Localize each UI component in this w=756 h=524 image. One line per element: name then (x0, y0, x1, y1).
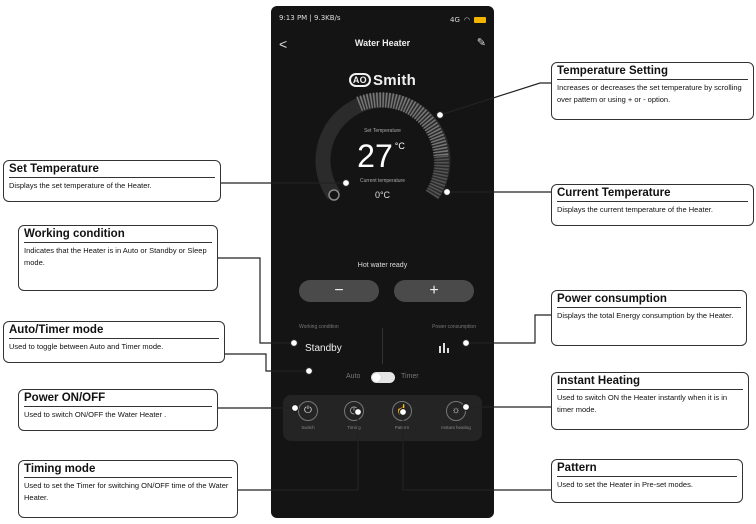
callout-power-onoff: Power ON/OFF Used to switch ON/OFF the W… (18, 389, 218, 431)
callout-current-temperature: Current Temperature Displays the current… (551, 184, 754, 226)
callout-temperature-setting: Temperature Setting Increases or decreas… (551, 62, 754, 120)
callout-pattern: Pattern Used to set the Heater in Pre-se… (551, 459, 743, 503)
callout-auto-timer-mode: Auto/Timer mode Used to toggle between A… (3, 321, 225, 363)
callout-timing-mode: Timing mode Used to set the Timer for sw… (18, 460, 238, 518)
callout-instant-heating: Instant Heating Used to switch ON the He… (551, 372, 749, 430)
callout-working-condition: Working condition Indicates that the Hea… (18, 225, 218, 291)
callout-set-temperature: Set Temperature Displays the set tempera… (3, 160, 221, 202)
callout-power-consumption: Power consumption Displays the total Ene… (551, 290, 747, 346)
